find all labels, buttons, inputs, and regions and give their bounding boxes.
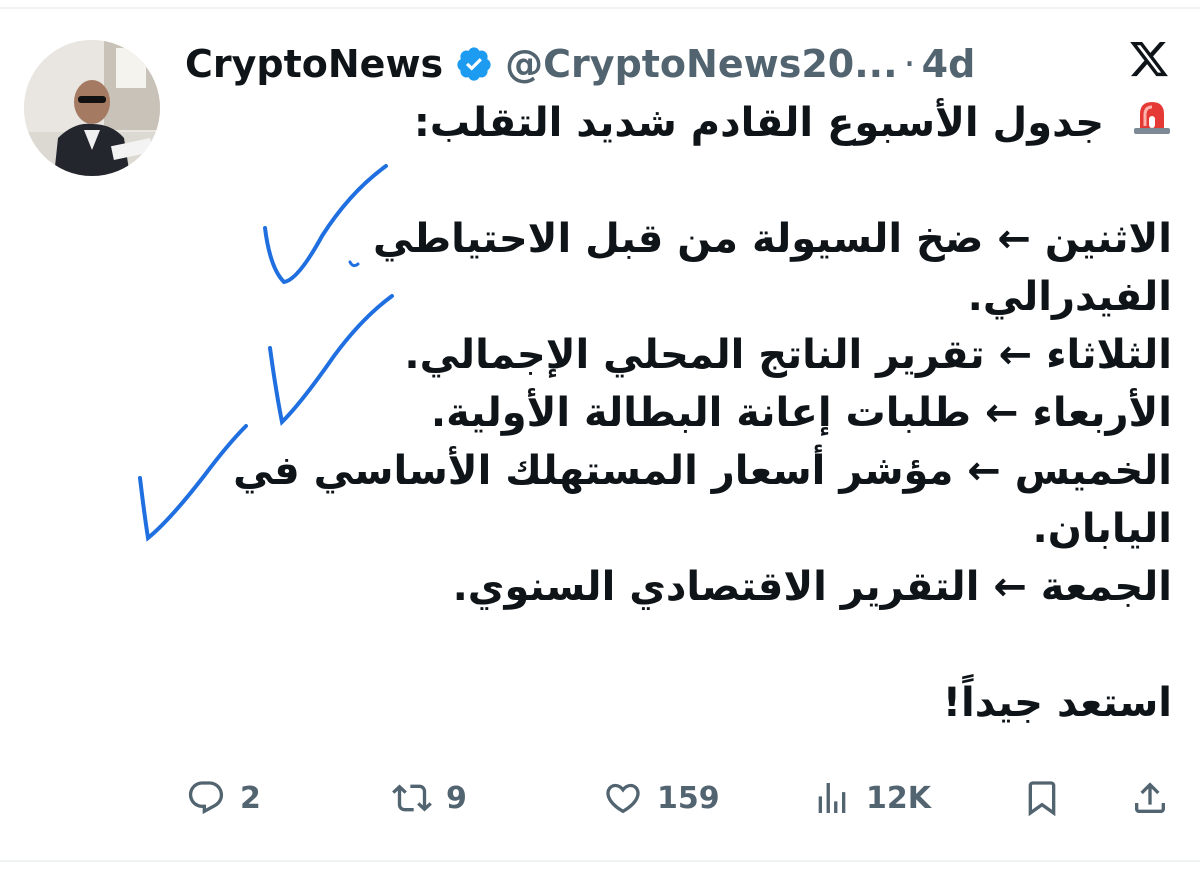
like-icon [606, 783, 640, 814]
x-logo-icon[interactable] [1128, 38, 1170, 80]
like-count: 159 [657, 780, 720, 816]
views-icon [818, 783, 846, 813]
empty-line [172, 616, 1172, 674]
reply-button[interactable]: 2 [186, 770, 261, 826]
schedule-line-thursday: الخميس ← مؤشر أسعار المستهلك الأساسي في [233, 448, 1172, 494]
reply-icon [188, 781, 224, 815]
divider-top [0, 7, 1200, 9]
reply-count: 2 [240, 780, 261, 816]
empty-line [172, 152, 1172, 210]
repost-icon [392, 784, 432, 812]
repost-button[interactable]: 9 [392, 770, 467, 826]
separator-dot: · [903, 42, 916, 86]
verified-badge-icon [457, 47, 491, 81]
bookmark-button[interactable] [1022, 770, 1062, 826]
siren-emoji-icon [1134, 102, 1170, 134]
share-button[interactable] [1130, 770, 1170, 826]
closing-line: استعد جيداً! [942, 680, 1172, 726]
bookmark-icon [1028, 781, 1056, 817]
repost-count: 9 [446, 780, 467, 816]
like-button[interactable]: 159 [603, 770, 720, 826]
tweet-title: جدول الأسبوع القادم شديد التقلب: [413, 100, 1105, 146]
schedule-line-monday: الاثنين ← ضخ السيولة من قبل الاحتياطي [373, 216, 1172, 262]
handle[interactable]: @CryptoNews20... [505, 42, 897, 86]
views-count: 12K [866, 780, 931, 816]
schedule-line-tuesday: الثلاثاء ← تقرير الناتج المحلي الإجمالي. [404, 332, 1172, 378]
display-name[interactable]: CryptoNews [185, 42, 443, 86]
tweet-text: جدول الأسبوع القادم شديد التقلب: الاثنين… [172, 94, 1172, 732]
tweet-title-line: جدول الأسبوع القادم شديد التقلب: [172, 94, 1172, 152]
share-icon [1135, 782, 1165, 813]
timestamp[interactable]: 4d [922, 42, 976, 86]
avatar-photo [24, 40, 160, 176]
tweet[interactable]: CryptoNews @CryptoNews20... · 4d جدول ال… [0, 0, 1200, 874]
avatar[interactable] [24, 40, 160, 176]
action-bar: 2 9 159 12K [0, 770, 1200, 826]
schedule-line-thursday-cont: اليابان. [1032, 506, 1172, 552]
schedule-line-friday: الجمعة ← التقرير الاقتصادي السنوي. [452, 564, 1172, 610]
tweet-header: CryptoNews @CryptoNews20... · 4d [185, 38, 975, 90]
divider-bottom [0, 860, 1200, 862]
views-button[interactable]: 12K [812, 770, 931, 826]
schedule-line-monday-cont: الفيدرالي. [967, 274, 1172, 320]
schedule-line-wednesday: الأربعاء ← طلبات إعانة البطالة الأولية. [430, 390, 1172, 436]
